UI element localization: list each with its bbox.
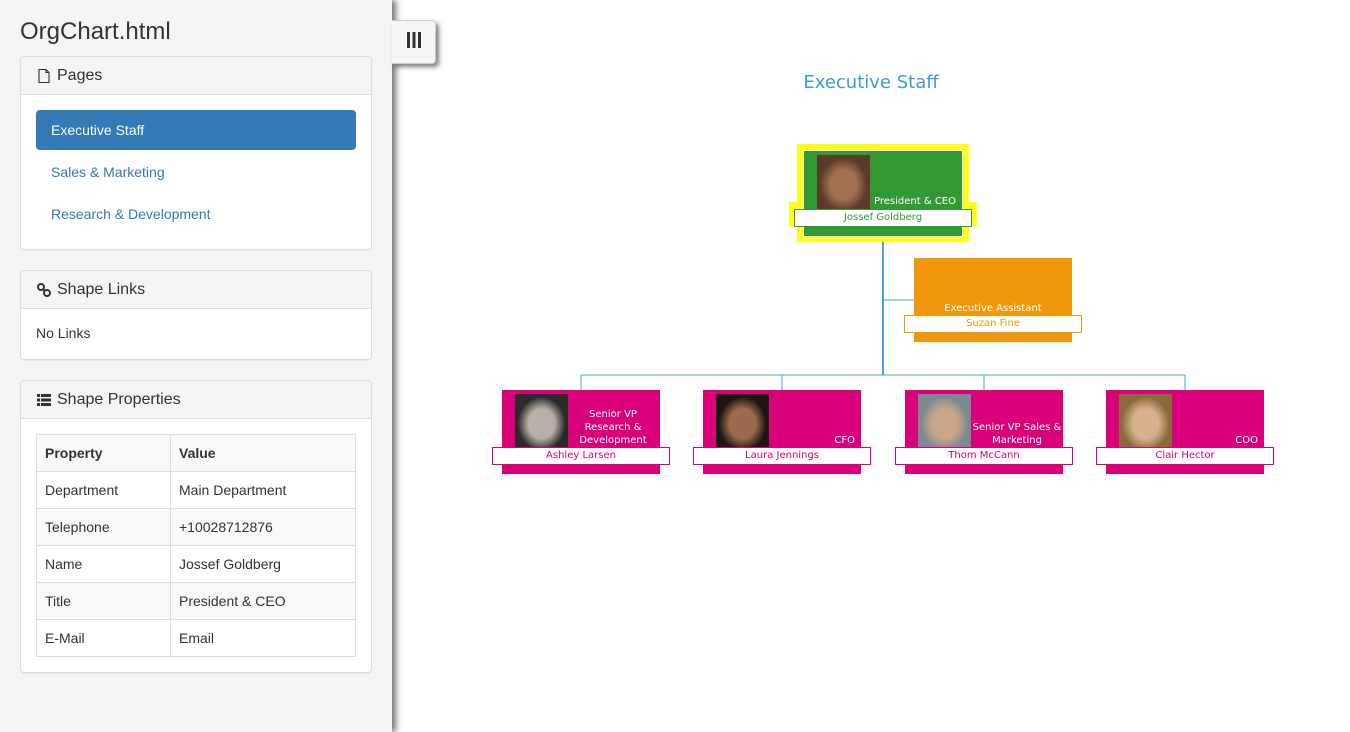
no-links-text: No Links	[36, 325, 91, 341]
person-photo	[716, 394, 769, 448]
value-cell: President & CEO	[170, 582, 356, 620]
node-name: Ashley Larsen	[492, 447, 670, 465]
page-item-research-development[interactable]: Research & Development	[36, 194, 356, 234]
sidebar-toggle-button[interactable]	[392, 20, 436, 64]
shape-links-heading-label: Shape Links	[57, 280, 146, 298]
value-cell: Jossef Goldberg	[170, 545, 356, 583]
node-title: Senior VP Sales & Marketing	[972, 422, 1062, 446]
shape-properties-heading-label: Shape Properties	[57, 390, 181, 408]
shape-links-panel: Shape Links No Links	[20, 270, 372, 360]
node-name: Laura Jennings	[693, 447, 871, 465]
pages-heading-label: Pages	[57, 66, 103, 84]
value-cell: Main Department	[170, 471, 356, 509]
pages-list: Executive Staff Sales & Marketing Resear…	[21, 95, 371, 251]
table-row: E-Mail Email	[36, 619, 356, 657]
sidebar: OrgChart.html Pages Executive Staff Sale…	[0, 0, 392, 732]
columns-icon	[406, 31, 422, 54]
properties-table: Property Value Department Main Departmen…	[36, 434, 356, 657]
page-item-sales-marketing[interactable]: Sales & Marketing	[36, 152, 356, 192]
node-title: Executive Assistant	[944, 303, 1042, 314]
pages-panel: Pages Executive Staff Sales & Marketing …	[20, 56, 372, 250]
property-cell: Department	[36, 471, 171, 509]
node-name: Jossef Goldberg	[794, 209, 972, 227]
table-header-row: Property Value	[36, 434, 356, 472]
person-photo	[817, 155, 870, 209]
column-header-value: Value	[170, 434, 356, 472]
org-node-cfo[interactable]: CFO Laura Jennings	[693, 390, 871, 474]
shape-links-heading: Shape Links	[21, 271, 371, 309]
value-cell: Email	[170, 619, 356, 657]
link-icon	[36, 282, 52, 298]
connector-layer	[580, 236, 1186, 390]
person-photo	[918, 394, 971, 448]
shape-properties-heading: Shape Properties	[21, 381, 371, 419]
org-node-assistant[interactable]: Executive Assistant Suzan Fine	[904, 258, 1082, 342]
node-title: CFO	[834, 435, 855, 446]
shape-properties-panel: Shape Properties Property Value Departme…	[20, 380, 372, 673]
person-photo	[515, 394, 568, 448]
table-row: Name Jossef Goldberg	[36, 545, 356, 583]
property-cell: Telephone	[36, 508, 171, 546]
property-cell: Title	[36, 582, 171, 620]
value-cell: +10028712876	[170, 508, 356, 546]
app-title: OrgChart.html	[20, 18, 171, 45]
page-item-executive-staff[interactable]: Executive Staff	[36, 110, 356, 150]
table-row: Title President & CEO	[36, 582, 356, 620]
node-title: President & CEO	[874, 196, 956, 207]
org-chart-canvas: Executive Staff President & CEO Jossef Go…	[392, 0, 1350, 732]
node-name: Thom McCann	[895, 447, 1073, 465]
org-node-vp-rd[interactable]: Senior VP Research & Development Ashley L…	[492, 390, 670, 474]
person-photo	[1119, 394, 1172, 448]
property-cell: Name	[36, 545, 171, 583]
node-title: Senior VP Research & Development	[579, 409, 647, 446]
column-header-property: Property	[36, 434, 171, 472]
list-icon	[36, 392, 52, 408]
table-row: Department Main Department	[36, 471, 356, 509]
org-node-vp-sales[interactable]: Senior VP Sales & Marketing Thom McCann	[895, 390, 1073, 474]
org-node-ceo[interactable]: President & CEO Jossef Goldberg	[789, 144, 977, 242]
org-node-coo[interactable]: COO Clair Hector	[1096, 390, 1274, 474]
property-cell: E-Mail	[36, 619, 171, 657]
node-name: Clair Hector	[1096, 447, 1274, 465]
node-name: Suzan Fine	[904, 315, 1082, 333]
file-icon	[36, 68, 52, 84]
pages-panel-heading: Pages	[21, 57, 371, 95]
node-title: COO	[1235, 435, 1258, 446]
table-row: Telephone +10028712876	[36, 508, 356, 546]
